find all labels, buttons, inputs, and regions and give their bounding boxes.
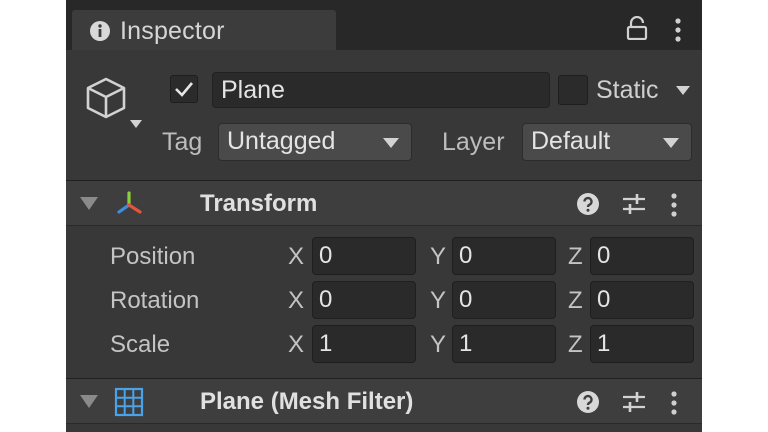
static-dropdown-arrow-icon[interactable] [676,86,690,96]
axis-z-label: Z [568,287,583,314]
position-label: Position [110,243,196,270]
tag-value: Untagged [227,127,336,155]
static-checkbox[interactable] [558,75,588,105]
axis-x-label: X [288,331,305,358]
foldout-arrow-icon[interactable] [80,395,98,409]
axis-x-label: X [288,243,305,270]
chevron-down-icon [663,138,679,148]
layer-label: Layer [442,128,505,156]
static-label: Static [596,76,659,104]
tab-inspector[interactable]: Inspector [72,10,336,50]
scale-label: Scale [110,331,171,358]
axis-y-label: Y [430,287,447,314]
kebab-menu-icon[interactable] [670,391,678,415]
axis-z-label: Z [568,243,583,270]
help-icon[interactable] [576,192,600,216]
object-name-field[interactable]: Plane [212,72,550,108]
mesh-filter-title: Plane (Mesh Filter) [200,388,414,415]
rotation-y-field[interactable]: 0 [452,281,556,319]
transform-component-header[interactable]: Transform [66,180,702,226]
info-icon [90,21,110,41]
position-x-field[interactable]: 0 [312,237,416,275]
rotation-x-field[interactable]: 0 [312,281,416,319]
transform-title: Transform [200,190,318,217]
checkmark-icon [175,82,193,97]
axis-x-label: X [288,287,305,314]
inspector-panel: Inspector Plane Static Tag Untagged Laye… [66,0,702,432]
tab-title: Inspector [120,17,225,45]
rotation-z-field[interactable]: 0 [590,281,694,319]
mesh-grid-icon [114,387,144,417]
active-checkbox[interactable] [170,75,198,103]
kebab-menu-icon[interactable] [674,18,682,42]
mesh-filter-component-header[interactable]: Plane (Mesh Filter) [66,378,702,424]
layer-dropdown[interactable]: Default [522,123,692,161]
axis-z-label: Z [568,331,583,358]
position-y-field[interactable]: 0 [452,237,556,275]
preset-sliders-icon[interactable] [622,391,646,413]
axis-y-label: Y [430,243,447,270]
help-icon[interactable] [576,390,600,414]
chevron-down-icon [383,138,399,148]
tag-dropdown[interactable]: Untagged [218,123,412,161]
scale-z-field[interactable]: 1 [590,325,694,363]
axis-y-label: Y [430,331,447,358]
cube-icon[interactable] [84,76,128,120]
lock-icon[interactable] [626,16,648,40]
scale-x-field[interactable]: 1 [312,325,416,363]
tag-label: Tag [162,128,203,156]
transform-gizmo-icon [117,191,142,214]
foldout-arrow-icon[interactable] [80,197,98,211]
chevron-down-icon[interactable] [130,120,142,128]
rotation-label: Rotation [110,287,200,314]
tab-bar: Inspector [66,0,702,50]
scale-y-field[interactable]: 1 [452,325,556,363]
position-z-field[interactable]: 0 [590,237,694,275]
preset-sliders-icon[interactable] [622,193,646,215]
layer-value: Default [531,127,611,155]
kebab-menu-icon[interactable] [670,193,678,217]
